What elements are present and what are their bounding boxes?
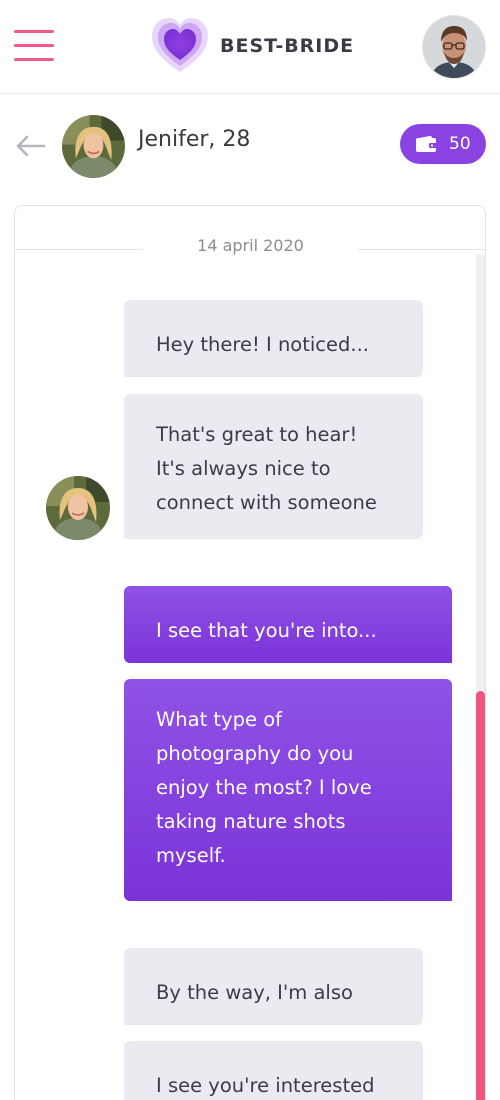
message-sender-avatar[interactable]: [46, 476, 110, 540]
message-bubble-outgoing: What type of photography do you enjoy th…: [124, 679, 452, 901]
message-bubble-incoming: By the way, I'm also: [124, 948, 423, 1025]
arrow-left-icon: [16, 135, 46, 157]
date-separator: 14 april 2020: [15, 236, 485, 260]
divider: [358, 249, 485, 250]
wallet-icon: [416, 135, 437, 152]
contact-avatar[interactable]: [62, 115, 125, 178]
top-bar: BEST-BRIDE: [0, 0, 500, 94]
heart-icon: [152, 18, 208, 72]
message-bubble-incoming: Hey there! I noticed...: [124, 300, 423, 377]
divider: [15, 249, 143, 250]
credits-count: 50: [449, 134, 471, 154]
hamburger-menu-icon[interactable]: [14, 28, 56, 64]
message-bubble-outgoing: I see that you're into...: [124, 586, 452, 663]
scrollbar-thumb[interactable]: [476, 691, 485, 1100]
app-screen: BEST-BRIDE Jenifer, 28 50 14 april 2020 …: [0, 0, 500, 1100]
brand-logo[interactable]: BEST-BRIDE: [150, 16, 354, 76]
message-bubble-incoming: I see you're interested: [124, 1041, 423, 1100]
message-date: 14 april 2020: [197, 236, 304, 255]
user-avatar[interactable]: [423, 16, 485, 78]
message-bubble-incoming: That's great to hear! It's always nice t…: [124, 394, 423, 539]
brand-name: BEST-BRIDE: [220, 35, 355, 57]
credits-button[interactable]: 50: [400, 124, 486, 164]
user-avatar-photo: [423, 16, 485, 78]
chat-panel: 14 april 2020 Hey there! I noticed... Th…: [14, 205, 486, 1100]
sender-avatar-photo: [46, 476, 110, 540]
contact-avatar-photo: [62, 115, 125, 178]
contact-name[interactable]: Jenifer, 28: [138, 127, 250, 152]
back-button[interactable]: [12, 128, 48, 164]
